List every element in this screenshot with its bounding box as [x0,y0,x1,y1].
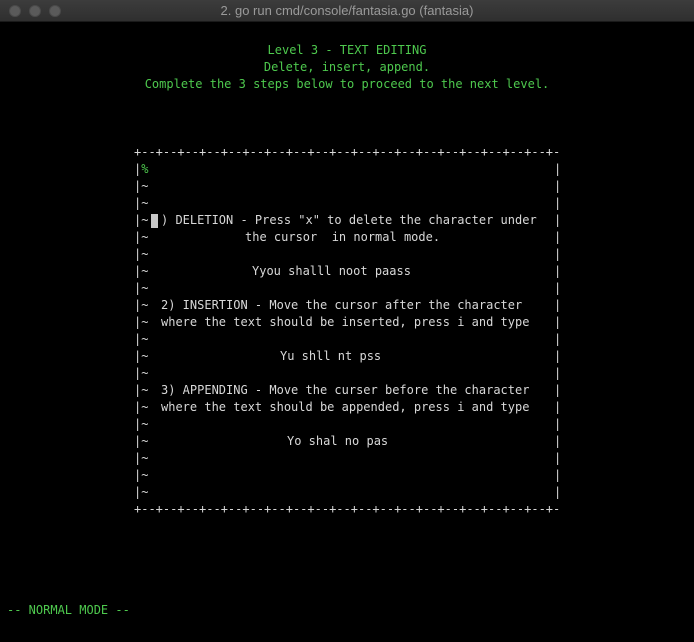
box-side-border: | [554,196,562,210]
deletion-step-line-1-text: ) DELETION - Press "x" to delete the cha… [161,213,537,227]
text-cursor [151,214,158,228]
box-row-left: |~ [134,280,148,297]
empty-line-tilde: ~ [141,434,149,448]
empty-line-tilde: ~ [141,213,149,227]
window-title: 2. go run cmd/console/fantasia.go (fanta… [220,3,474,18]
box-row-left: |~ [134,416,148,433]
empty-line-tilde: ~ [141,451,149,465]
box-row-left: |~ [134,212,148,229]
box-side-border: | [554,213,562,227]
insertion-step-line-1-text: 2) INSERTION - Move the cursor after the… [161,298,523,312]
deletion-step-line-2: the cursor in normal mode. [245,229,440,246]
box-side-border: | [554,485,562,499]
insertion-exercise-text: Yu shll nt pss [280,348,381,365]
box-side-border: | [554,349,562,363]
empty-line-tilde: ~ [141,298,149,312]
box-side-border: | [554,383,562,397]
box-side-border: | [554,281,562,295]
box-row-left: |~ [134,178,148,195]
empty-line-tilde: ~ [141,179,149,193]
empty-line-tilde: ~ [141,400,149,414]
box-row-left: |~ [134,399,148,416]
box-side-border: | [554,179,562,193]
box-side-border: | [554,230,562,244]
level-subtitle: Delete, insert, append. [263,60,431,74]
box-row-left: |~ [134,348,148,365]
first-row-marker: % [141,162,149,176]
empty-line-tilde: ~ [141,366,149,380]
empty-line-tilde: ~ [141,281,149,295]
box-row-left: |~ [134,297,148,314]
box-side-border: | [554,247,562,261]
insertion-step-line-1: 2) INSERTION - Move the cursor after the… [161,297,522,314]
box-side-border: | [554,366,562,380]
box-side-border: | [554,315,562,329]
appending-exercise-text: Yo shal no pas [287,433,388,450]
empty-line-tilde: ~ [141,417,149,431]
level-title: Level 3 - TEXT EDITING [267,43,427,57]
empty-line-tilde: ~ [141,332,149,346]
box-side-border: | [554,264,562,278]
box-row-left: |~ [134,450,148,467]
insertion-exercise-text-text: Yu shll nt pss [280,349,382,363]
box-side-border: | [554,417,562,431]
empty-line-tilde: ~ [141,485,149,499]
insertion-step-line-2: where the text should be inserted, press… [161,314,529,331]
mode-indicator: -- NORMAL MODE -- [7,603,130,617]
appending-step-line-2: where the text should be appended, press… [161,399,529,416]
box-row-left: |~ [134,433,148,450]
deletion-exercise-text-text: Yyou shalll noot paass [252,264,411,278]
appending-step-line-1: 3) APPENDING - Move the curser before th… [161,382,529,399]
appending-step-line-1-text: 3) APPENDING - Move the curser before th… [161,383,530,397]
insertion-step-line-2-text: where the text should be inserted, press… [161,315,530,329]
appending-exercise-text-text: Yo shal no pas [287,434,389,448]
empty-line-tilde: ~ [141,230,149,244]
box-row-left: |~ [134,195,148,212]
empty-line-tilde: ~ [141,196,149,210]
box-bottom-border: +--+--+--+--+--+--+--+--+--+--+--+--+--+… [134,502,561,516]
box-top-border: +--+--+--+--+--+--+--+--+--+--+--+--+--+… [134,145,561,159]
box-row-left: |~ [134,246,148,263]
box-row-left: |~ [134,382,148,399]
box-side-border: | [554,298,562,312]
box-side-border: | [554,451,562,465]
box-row-left: |~ [134,484,148,501]
box-row-left: |~ [134,263,148,280]
level-instruction: Complete the 3 steps below to proceed to… [144,77,550,91]
box-side-border: | [554,162,562,176]
box-row-left: |~ [134,365,148,382]
box-row-left: |% [134,161,148,178]
appending-step-line-2-text: where the text should be appended, press… [161,400,530,414]
empty-line-tilde: ~ [141,383,149,397]
deletion-step-line-1: ) DELETION - Press "x" to delete the cha… [151,212,537,229]
box-row-left: |~ [134,467,148,484]
box-row-left: |~ [134,331,148,348]
terminal-window: 2. go run cmd/console/fantasia.go (fanta… [0,0,694,642]
deletion-step-line-2-text: the cursor in normal mode. [245,230,441,244]
empty-line-tilde: ~ [141,315,149,329]
box-side-border: | [554,400,562,414]
terminal-content[interactable]: Level 3 - TEXT EDITING Delete, insert, a… [0,22,694,642]
box-side-border: | [554,332,562,346]
title-bar[interactable]: 2. go run cmd/console/fantasia.go (fanta… [0,0,694,22]
empty-line-tilde: ~ [141,264,149,278]
empty-line-tilde: ~ [141,468,149,482]
empty-line-tilde: ~ [141,349,149,363]
box-row-left: |~ [134,314,148,331]
empty-line-tilde: ~ [141,247,149,261]
deletion-exercise-text: Yyou shalll noot paass [252,263,411,280]
box-side-border: | [554,434,562,448]
box-side-border: | [554,468,562,482]
box-row-left: |~ [134,229,148,246]
